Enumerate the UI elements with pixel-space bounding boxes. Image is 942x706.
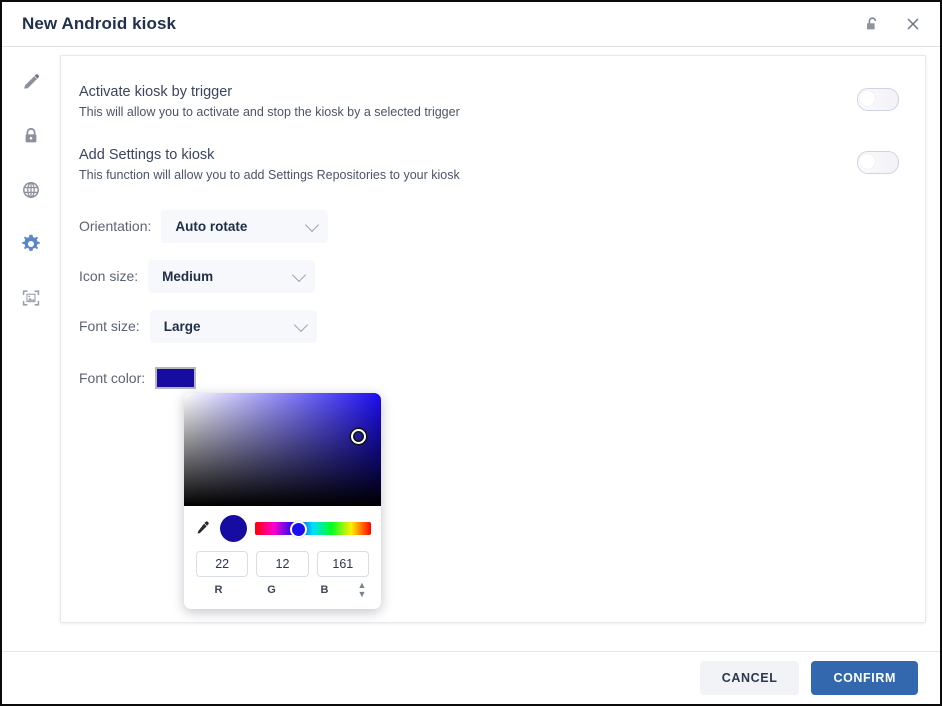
font-color-label: Font color: xyxy=(79,369,146,386)
blue-input[interactable] xyxy=(316,550,369,577)
green-cell xyxy=(256,550,309,577)
color-picker-popover: R G B ▲▼ xyxy=(184,392,381,609)
sidebar-item-network[interactable] xyxy=(16,175,46,205)
sidebar-item-wallpaper[interactable] xyxy=(16,283,46,313)
picker-controls: R G B ▲▼ xyxy=(184,506,381,609)
sidebar-item-settings[interactable] xyxy=(16,229,46,259)
chevron-down-icon xyxy=(305,218,320,233)
setting-activate-kiosk-by-trigger: Activate kiosk by trigger This will allo… xyxy=(79,84,899,121)
confirm-button[interactable]: CONFIRM xyxy=(811,661,918,695)
font-color-swatch[interactable] xyxy=(155,366,197,389)
green-input[interactable] xyxy=(256,550,309,577)
blue-cell xyxy=(316,550,369,577)
settings-panel: Activate kiosk by trigger This will allo… xyxy=(60,55,926,623)
toggle-add-settings-to-kiosk[interactable] xyxy=(857,150,899,174)
setting-texts: Add Settings to kiosk This function will… xyxy=(79,147,460,184)
setting-add-settings-to-kiosk: Add Settings to kiosk This function will… xyxy=(79,147,899,184)
dialog-header: New Android kiosk xyxy=(2,2,940,47)
sidebar xyxy=(2,47,60,651)
image-frame-icon xyxy=(22,290,40,306)
icon-size-label: Icon size: xyxy=(79,268,139,285)
field-icon-size: Icon size: Medium xyxy=(79,259,899,293)
saturation-marker[interactable] xyxy=(351,428,366,444)
toggle-knob xyxy=(860,153,875,169)
globe-icon xyxy=(23,182,39,198)
saturation-value-area[interactable] xyxy=(184,392,381,506)
red-cell xyxy=(196,550,249,577)
select-orientation-value: Auto rotate xyxy=(175,218,248,234)
sidebar-item-edit[interactable] xyxy=(16,67,46,97)
select-font-size-value: Large xyxy=(163,318,201,334)
picker-control-line xyxy=(194,514,371,542)
rgb-labels: R G B ▲ ▼ xyxy=(194,580,371,605)
eyedropper-icon[interactable] xyxy=(194,519,212,537)
select-icon-size-value: Medium xyxy=(162,268,214,284)
setting-title: Activate kiosk by trigger xyxy=(79,84,233,100)
toggle-activate-kiosk-by-trigger[interactable] xyxy=(857,88,899,111)
field-font-size: Font size: Large xyxy=(79,309,899,343)
page-title: New Android kiosk xyxy=(22,14,177,33)
green-label: G xyxy=(267,583,276,596)
pencil-icon xyxy=(24,74,40,89)
select-font-size[interactable]: Large xyxy=(149,309,317,343)
color-preview-dot xyxy=(220,514,247,542)
setting-title: Add Settings to kiosk xyxy=(79,146,215,163)
hue-slider-handle[interactable] xyxy=(289,521,307,539)
chevron-down-icon xyxy=(292,268,307,283)
setting-texts: Activate kiosk by trigger This will allo… xyxy=(79,84,460,121)
chevron-down-icon xyxy=(293,318,308,333)
font-size-label: Font size: xyxy=(79,318,140,335)
gear-icon xyxy=(22,234,40,251)
blue-label: B xyxy=(320,583,329,596)
lock-icon xyxy=(25,127,37,143)
dialog-body: Activate kiosk by trigger This will allo… xyxy=(2,47,940,651)
content-wrap: Activate kiosk by trigger This will allo… xyxy=(60,47,940,651)
setting-description: This function will allow you to add Sett… xyxy=(79,167,460,182)
sidebar-item-security[interactable] xyxy=(16,121,46,151)
kiosk-dialog: New Android kiosk Activate kiosk by trig… xyxy=(0,0,942,706)
close-icon[interactable] xyxy=(900,11,926,37)
dialog-footer: CANCEL CONFIRM xyxy=(2,651,940,704)
unlocked-padlock-icon[interactable] xyxy=(860,11,886,37)
toggle-knob xyxy=(860,91,875,106)
orientation-label: Orientation: xyxy=(79,218,152,235)
select-orientation[interactable]: Auto rotate xyxy=(161,209,329,243)
cancel-button[interactable]: CANCEL xyxy=(699,661,800,695)
field-orientation: Orientation: Auto rotate xyxy=(79,209,899,243)
red-input[interactable] xyxy=(196,550,249,577)
rgb-inputs xyxy=(194,550,371,577)
red-label: R xyxy=(214,583,223,596)
setting-description: This will allow you to activate and stop… xyxy=(79,105,460,119)
field-font-color: Font color: 22 12 161 R G B ▲ ▼ xyxy=(79,366,899,609)
up-down-stepper-icon[interactable]: ▲ ▼ xyxy=(355,580,369,599)
hue-slider[interactable] xyxy=(255,521,371,539)
select-icon-size[interactable]: Medium xyxy=(148,259,316,293)
header-actions xyxy=(860,11,926,37)
